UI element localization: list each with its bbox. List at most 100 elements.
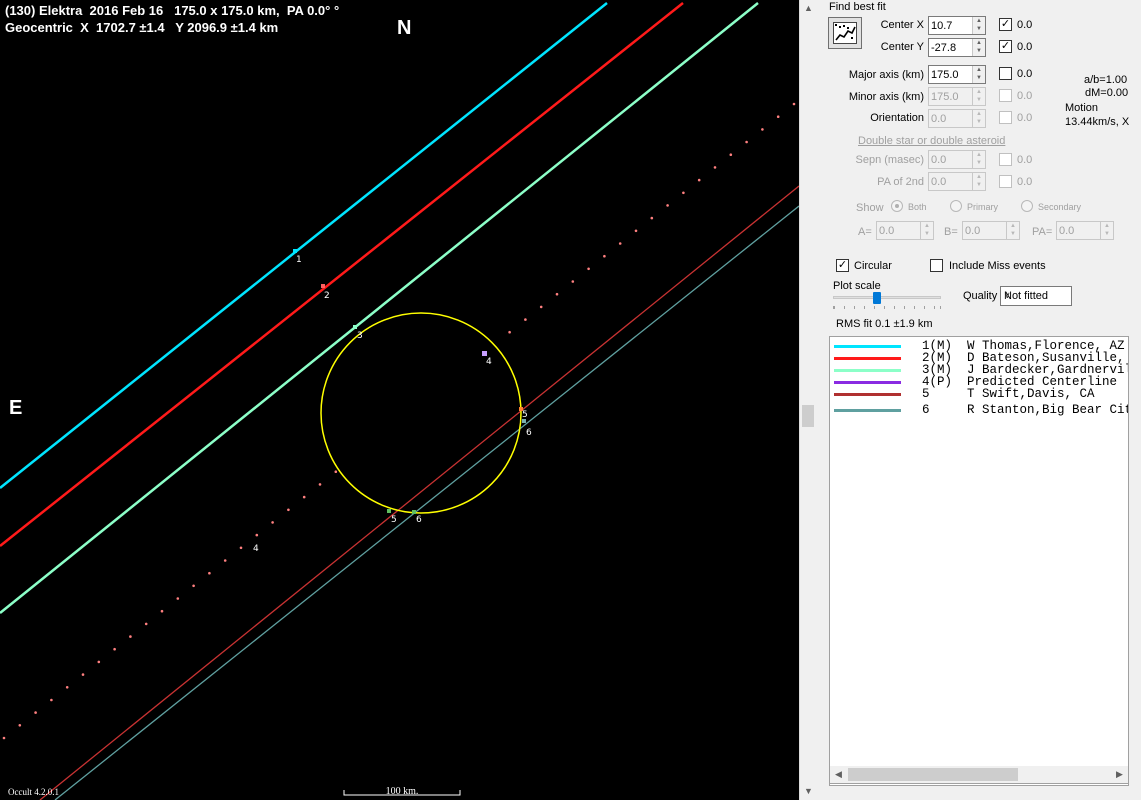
chord-label-3: 3 — [357, 331, 363, 341]
spin-up-icon: ▲ — [976, 174, 982, 180]
plot-title: (130) Elektra 2016 Feb 16 175.0 x 175.0 … — [5, 3, 340, 18]
spin-up-icon: ▲ — [1104, 223, 1110, 229]
pa-label: PA= — [1032, 226, 1053, 238]
centerline-dot — [287, 508, 290, 512]
center-y-checkbox[interactable]: ✓ — [999, 40, 1012, 53]
find-best-fit-button[interactable] — [828, 17, 862, 49]
center-y-input[interactable] — [929, 39, 971, 56]
scroll-thumb[interactable] — [802, 405, 814, 427]
motion-label: Motion — [1065, 102, 1099, 114]
centerline-dot — [271, 521, 274, 524]
centerline-dot — [208, 571, 211, 575]
spin-up-icon: ▲ — [976, 89, 982, 95]
scroll-up-icon[interactable]: ▲ — [800, 0, 817, 17]
spin-down-icon[interactable]: ▼ — [973, 47, 985, 55]
centerline-dot — [603, 254, 606, 258]
centerline-dot — [239, 546, 243, 550]
center-y-check-value: 0.0 — [1017, 41, 1033, 53]
legend-row[interactable]: 6 R Stanton,Big Bear City, CA — [830, 403, 1128, 417]
find-best-fit-label: Find best fit — [829, 1, 886, 13]
event-marker-4 — [482, 351, 487, 356]
major-axis-check-value: 0.0 — [1017, 68, 1033, 80]
center-y-stepper[interactable]: ▲▼ — [928, 38, 986, 57]
legend-color-swatch — [834, 393, 901, 396]
spin-down-icon[interactable]: ▼ — [973, 25, 985, 33]
event-marker-2 — [321, 284, 325, 288]
plot-scale-slider[interactable] — [833, 292, 941, 312]
show-label: Show — [856, 202, 884, 214]
centerline-dot — [524, 318, 527, 321]
include-miss-label: Include Miss events — [949, 260, 1046, 272]
centerline-dot — [539, 305, 543, 309]
slider-ticks — [833, 306, 941, 309]
legend-color-swatch — [834, 381, 901, 384]
center-x-stepper[interactable]: ▲▼ — [928, 16, 986, 35]
b-label: B= — [944, 226, 958, 238]
sepn-check-value: 0.0 — [1017, 154, 1033, 166]
centerline-dot — [508, 330, 511, 334]
a-label: A= — [858, 226, 872, 238]
chord-label-5a: 5 — [522, 410, 528, 420]
centerline-dot — [255, 533, 259, 537]
minor-axis-label: Minor axis (km) — [848, 91, 924, 103]
spin-up-icon: ▲ — [976, 111, 982, 117]
center-x-input[interactable] — [929, 17, 971, 34]
center-y-label: Center Y — [880, 41, 924, 53]
scroll-down-icon[interactable]: ▼ — [800, 783, 817, 800]
chord-label-6b: 6 — [416, 515, 422, 525]
rms-fit: RMS fit 0.1 ±1.9 km — [836, 318, 933, 330]
legend-horizontal-scrollbar[interactable]: ◀ ▶ — [829, 766, 1129, 784]
slider-knob[interactable] — [873, 292, 881, 304]
centerline-dot — [587, 267, 590, 271]
spin-up-icon[interactable]: ▲ — [973, 66, 985, 74]
spin-down-icon: ▼ — [976, 119, 982, 125]
axis-ratio: a/b=1.00 — [1084, 74, 1128, 86]
major-axis-input[interactable] — [929, 66, 971, 83]
occultation-plot[interactable]: 1 2 3 4 4 5 6 5 6 (130) Elektra 2016 Feb… — [0, 0, 799, 800]
chord-label-4b: 4 — [253, 544, 259, 554]
circular-checkbox[interactable]: ✓ — [836, 259, 849, 272]
quality-dropdown[interactable]: Not fitted ∨ — [1000, 286, 1072, 306]
centerline-dot — [113, 647, 116, 651]
include-miss-checkbox[interactable] — [930, 259, 943, 272]
legend-row[interactable]: 5 T Swift,Davis, CA — [830, 388, 1128, 400]
legend-text: 6 R Stanton,Big Bear City, CA — [922, 403, 1128, 417]
centerline-dot — [97, 660, 101, 664]
centerline-dot — [65, 686, 69, 689]
pa-stepper: ▲▼ — [1056, 221, 1114, 240]
plot-geocentric: Geocentric X 1702.7 ±1.4 Y 2096.9 ±1.4 k… — [5, 20, 279, 35]
scroll-left-icon[interactable]: ◀ — [830, 766, 847, 783]
center-x-checkbox[interactable]: ✓ — [999, 18, 1012, 31]
centerline-dot — [571, 280, 575, 283]
event-marker-6b — [412, 510, 416, 514]
b-input — [963, 222, 1005, 239]
centerline-dot — [697, 178, 701, 182]
scroll-thumb[interactable] — [848, 768, 1018, 781]
centerline-dot — [650, 216, 654, 220]
major-axis-stepper[interactable]: ▲▼ — [928, 65, 986, 84]
slider-track — [833, 296, 941, 299]
major-axis-checkbox[interactable] — [999, 67, 1012, 80]
orientation-checkbox — [999, 111, 1012, 124]
plot-canvas: 1 2 3 4 4 5 6 5 6 — [0, 2, 799, 800]
centerline-dot — [729, 153, 733, 156]
centerline-dot — [192, 584, 195, 588]
spin-up-icon[interactable]: ▲ — [973, 17, 985, 25]
minor-axis-checkbox — [999, 89, 1012, 102]
observer-legend[interactable]: 1(M) W Thomas,Florence, AZ 2(M) D Bateso… — [829, 336, 1129, 786]
chord-label-5b: 5 — [391, 515, 397, 525]
spin-down-icon: ▼ — [976, 160, 982, 166]
show-primary-label: Primary — [967, 202, 998, 212]
pa-input — [1057, 222, 1099, 239]
chord-label-4a: 4 — [486, 357, 492, 367]
plot-vertical-scrollbar[interactable]: ▲ ▼ — [799, 0, 817, 800]
centerline-dot — [334, 470, 338, 474]
show-secondary-radio — [1021, 200, 1033, 212]
spin-up-icon: ▲ — [976, 152, 982, 158]
spin-up-icon[interactable]: ▲ — [973, 39, 985, 47]
event-marker-1 — [293, 249, 297, 253]
scroll-right-icon[interactable]: ▶ — [1111, 766, 1128, 783]
centerline-dot — [144, 622, 148, 626]
spin-down-icon: ▼ — [1010, 231, 1016, 237]
spin-down-icon[interactable]: ▼ — [973, 74, 985, 82]
